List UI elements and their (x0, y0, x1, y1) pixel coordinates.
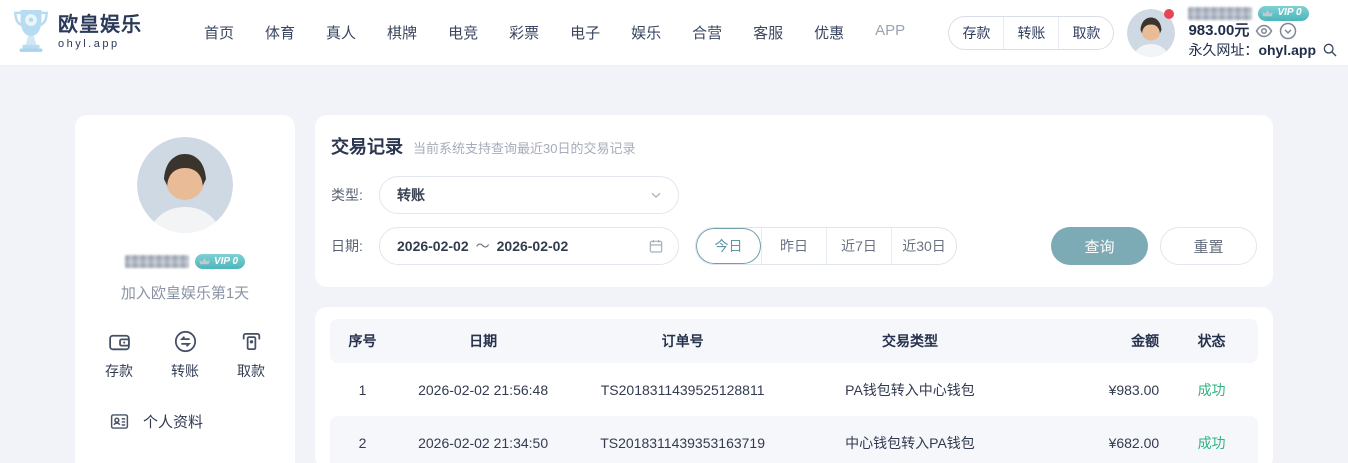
cell-type: PA钱包转入中心钱包 (794, 380, 1026, 400)
reset-button[interactable]: 重置 (1160, 227, 1257, 265)
withdraw-icon (239, 329, 264, 354)
date-start: 2026-02-02 (397, 238, 469, 254)
header-status: 状态 (1165, 331, 1258, 351)
transaction-filter-card: 交易记录 当前系统支持查询最近30日的交易记录 类型: 转账 日期: 2026-… (315, 115, 1273, 287)
search-icon[interactable] (1322, 42, 1338, 58)
range-7days[interactable]: 近7日 (826, 228, 891, 264)
balance-amount: 983.00元 (1188, 22, 1249, 41)
cell-type: 中心钱包转入PA钱包 (794, 433, 1026, 453)
sidebar-quick-actions: 存款 转账 取款 (75, 329, 295, 381)
nav-item-slots[interactable]: 电子 (570, 22, 600, 43)
table-row: 2 2026-02-02 21:34:50 TS2018311439353163… (330, 416, 1258, 463)
vip-badge: VIP 0 (195, 254, 245, 269)
brand-logo[interactable]: 欧皇娱乐 ohyl.app (12, 7, 142, 58)
permanent-url: 永久网址：ohyl.app (1188, 42, 1316, 60)
sidebar-withdraw-button[interactable]: 取款 (237, 329, 265, 381)
calendar-icon (648, 238, 664, 254)
nav-item-sports[interactable]: 体育 (265, 22, 295, 43)
nav-item-affiliate[interactable]: 合营 (692, 22, 722, 43)
main-nav: 首页 体育 真人 棋牌 电竞 彩票 电子 娱乐 合营 客服 优惠 APP (204, 22, 905, 43)
profile-sidebar: VIP 0 加入欧皇娱乐第1天 存款 转账 (75, 115, 295, 463)
type-select[interactable]: 转账 (379, 176, 679, 214)
transfer-link[interactable]: 转账 (1003, 17, 1058, 49)
join-days-text: 加入欧皇娱乐第1天 (75, 282, 295, 303)
cell-index: 1 (330, 382, 395, 398)
username-censored (125, 255, 189, 268)
page-title: 交易记录 (331, 133, 403, 159)
wallet-quick-links: 存款 转账 取款 (948, 16, 1114, 50)
date-separator: ～ (476, 236, 490, 256)
status-badge: 成功 (1165, 380, 1258, 400)
nav-item-home[interactable]: 首页 (204, 22, 234, 43)
user-meta: VIP 0 983.00元 永久网址：ohyl.app (1188, 6, 1338, 59)
deposit-link[interactable]: 存款 (949, 17, 1003, 49)
brand-name: 欧皇娱乐 (58, 14, 142, 36)
nav-item-entertainment[interactable]: 娱乐 (631, 22, 661, 43)
search-button[interactable]: 查询 (1051, 227, 1148, 265)
main-column: 交易记录 当前系统支持查询最近30日的交易记录 类型: 转账 日期: 2026-… (315, 115, 1273, 463)
date-range-input[interactable]: 2026-02-02 ～ 2026-02-02 (379, 227, 679, 265)
crown-icon (1261, 7, 1274, 20)
page-subtitle: 当前系统支持查询最近30日的交易记录 (413, 138, 635, 157)
header-date: 日期 (395, 331, 571, 351)
nav-item-promo[interactable]: 优惠 (814, 22, 844, 43)
cell-date: 2026-02-02 21:34:50 (395, 435, 571, 451)
content-area: VIP 0 加入欧皇娱乐第1天 存款 转账 (0, 66, 1348, 463)
header-order-no: 订单号 (571, 331, 794, 351)
nav-item-support[interactable]: 客服 (753, 22, 783, 43)
quick-range-group: 今日 昨日 近7日 近30日 (695, 227, 957, 265)
sidebar-deposit-button[interactable]: 存款 (105, 329, 133, 381)
type-label: 类型: (331, 185, 379, 205)
range-today[interactable]: 今日 (696, 228, 761, 264)
circle-chevron-down-icon[interactable] (1279, 22, 1297, 40)
nav-item-esports[interactable]: 电竞 (448, 22, 478, 43)
header-amount: 金额 (1026, 331, 1165, 351)
table-row: 1 2026-02-02 21:56:48 TS2018311439525128… (330, 363, 1258, 416)
crown-icon (198, 255, 211, 268)
wallet-icon (107, 329, 132, 354)
date-end: 2026-02-02 (497, 238, 569, 254)
username-censored (1188, 7, 1252, 20)
cell-order-no: TS2018311439353163719 (571, 435, 794, 451)
cell-date: 2026-02-02 21:56:48 (395, 382, 571, 398)
eye-icon[interactable] (1255, 22, 1273, 40)
transfer-icon (173, 329, 198, 354)
cell-order-no: TS2018311439525128811 (571, 382, 794, 398)
brand-domain: ohyl.app (58, 38, 142, 50)
nav-item-app[interactable]: APP (875, 22, 905, 43)
vip-badge: VIP 0 (1258, 6, 1308, 21)
sidebar-item-profile[interactable]: 个人资料 (109, 411, 295, 432)
date-label: 日期: (331, 236, 379, 256)
nav-item-lottery[interactable]: 彩票 (509, 22, 539, 43)
nav-item-live[interactable]: 真人 (326, 22, 356, 43)
cell-index: 2 (330, 435, 395, 451)
avatar[interactable] (1127, 9, 1175, 57)
sidebar-menu: 个人资料 VIP特权 (75, 411, 295, 463)
cell-amount: ¥682.00 (1026, 435, 1165, 451)
range-30days[interactable]: 近30日 (891, 228, 956, 264)
transaction-table-card: 序号 日期 订单号 交易类型 金额 状态 1 2026-02-02 21:56:… (315, 307, 1273, 463)
header-index: 序号 (330, 331, 395, 351)
nav-item-chess[interactable]: 棋牌 (387, 22, 417, 43)
header-type: 交易类型 (794, 331, 1026, 351)
table-header-row: 序号 日期 订单号 交易类型 金额 状态 (330, 319, 1258, 363)
sidebar-transfer-button[interactable]: 转账 (171, 329, 199, 381)
trophy-icon (12, 7, 50, 58)
range-yesterday[interactable]: 昨日 (761, 228, 826, 264)
status-badge: 成功 (1165, 433, 1258, 453)
navbar-right: 存款 转账 取款 VIP 0 (948, 6, 1338, 59)
notification-dot (1164, 9, 1174, 19)
chevron-down-icon (648, 187, 664, 203)
id-card-icon (109, 411, 130, 432)
profile-avatar[interactable] (137, 137, 233, 233)
withdraw-link[interactable]: 取款 (1058, 17, 1113, 49)
cell-amount: ¥983.00 (1026, 382, 1165, 398)
top-navbar: 欧皇娱乐 ohyl.app 首页 体育 真人 棋牌 电竞 彩票 电子 娱乐 合营… (0, 0, 1348, 66)
